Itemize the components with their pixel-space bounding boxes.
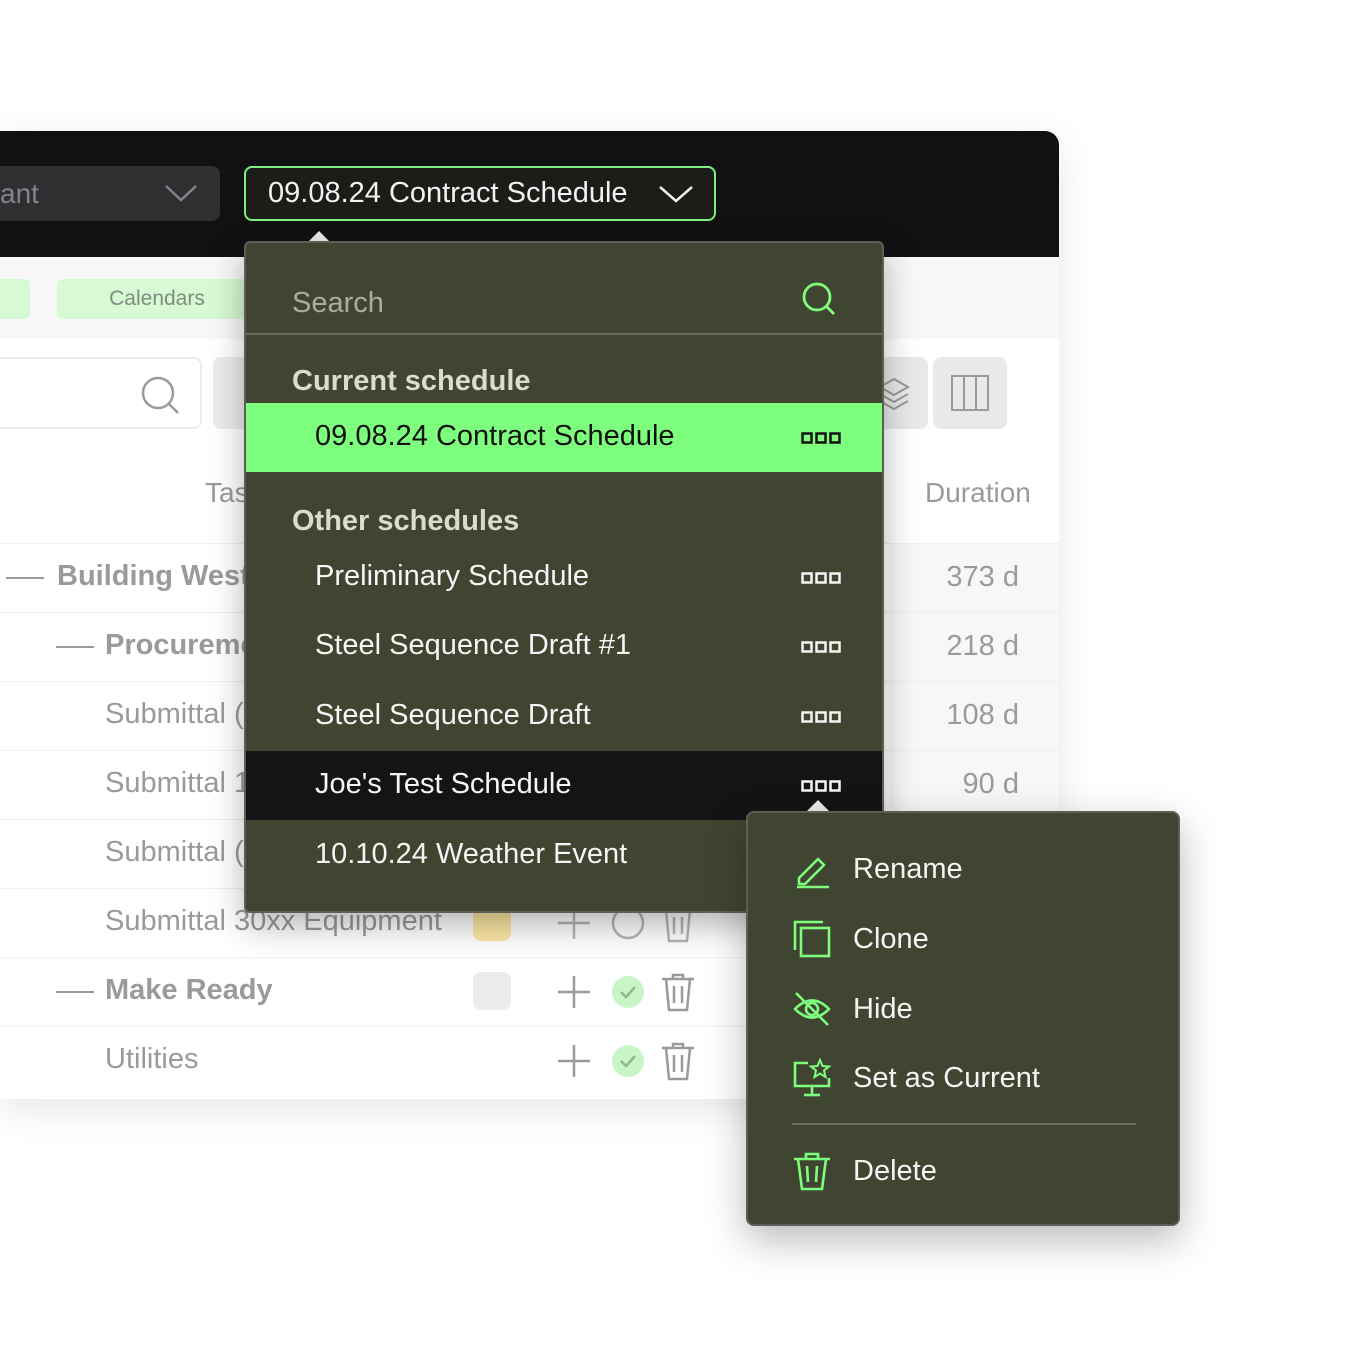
trash-icon: [794, 1152, 830, 1191]
trash-icon[interactable]: [660, 972, 696, 1012]
schedule-item-label: Joe's Test Schedule: [315, 768, 572, 800]
status-complete-icon[interactable]: [610, 974, 646, 1010]
task-name: Make Ready: [105, 974, 273, 1006]
collapse-dash-icon[interactable]: [56, 646, 94, 648]
row-actions: [556, 972, 696, 1012]
set-current-menu-item[interactable]: Set as Current: [748, 1048, 1178, 1108]
task-duration: 218 d: [946, 630, 1019, 662]
schedule-item-label: 10.10.24 Weather Event: [315, 838, 628, 870]
more-options-icon[interactable]: [801, 641, 841, 653]
task-name: Submittal (: [105, 698, 244, 730]
current-schedule-heading: Current schedule: [292, 365, 531, 397]
menu-item-label: Clone: [853, 923, 929, 955]
schedule-context-menu: Rename Clone Hide Set as Current Delete: [746, 811, 1180, 1226]
project-select[interactable]: ant: [0, 166, 220, 221]
schedule-select-value: 09.08.24 Contract Schedule: [268, 177, 628, 209]
schedule-item[interactable]: Preliminary Schedule: [246, 543, 882, 612]
add-icon[interactable]: [556, 974, 592, 1010]
eye-off-icon: [793, 992, 831, 1026]
tab-calendars-label: Calendars: [109, 287, 205, 310]
task-duration: 373 d: [946, 561, 1019, 593]
schedule-item-current[interactable]: 09.08.24 Contract Schedule: [246, 403, 882, 472]
menu-divider: [792, 1123, 1136, 1125]
columns-button[interactable]: [933, 357, 1007, 429]
add-icon[interactable]: [556, 1043, 592, 1079]
other-schedules-heading: Other schedules: [292, 505, 520, 537]
task-name: Building West: [57, 560, 250, 592]
chevron-down-icon: [659, 186, 693, 203]
schedule-search-input[interactable]: Search: [246, 243, 882, 335]
project-select-value: ant: [0, 177, 39, 209]
task-duration: 90 d: [962, 768, 1019, 800]
task-name: Submittal 1: [105, 767, 251, 799]
tab-pill[interactable]: [0, 279, 30, 319]
menu-item-label: Set as Current: [853, 1062, 1040, 1094]
hide-menu-item[interactable]: Hide: [748, 979, 1178, 1039]
menu-item-label: Rename: [853, 853, 963, 885]
schedule-item-hovered[interactable]: Joe's Test Schedule: [246, 751, 882, 820]
rename-menu-item[interactable]: Rename: [748, 839, 1178, 899]
schedule-select[interactable]: 09.08.24 Contract Schedule: [244, 166, 716, 221]
collapse-dash-icon[interactable]: [6, 577, 44, 579]
columns-icon: [951, 375, 989, 411]
menu-item-label: Delete: [853, 1155, 937, 1187]
more-options-icon[interactable]: [801, 432, 841, 444]
chevron-down-icon: [165, 185, 197, 202]
task-name: Submittal (: [105, 836, 244, 868]
schedule-item-label: 09.08.24 Contract Schedule: [315, 420, 675, 452]
trash-icon[interactable]: [660, 1041, 696, 1081]
row-actions: [556, 1041, 696, 1081]
task-name: Procureme: [105, 629, 257, 661]
more-options-icon[interactable]: [801, 711, 841, 723]
column-header-duration[interactable]: Duration: [925, 477, 1031, 509]
clone-menu-item[interactable]: Clone: [748, 909, 1178, 969]
task-duration: 108 d: [946, 699, 1019, 731]
schedule-item-label: Preliminary Schedule: [315, 560, 590, 592]
search-icon[interactable]: [801, 281, 837, 317]
task-name: Utilities: [105, 1043, 199, 1075]
column-header-task[interactable]: Tas: [205, 477, 249, 509]
more-options-icon[interactable]: [801, 572, 841, 584]
calendar-icon[interactable]: [473, 972, 511, 1010]
search-placeholder: Search: [292, 287, 384, 319]
task-search-input[interactable]: [0, 357, 202, 429]
delete-menu-item[interactable]: Delete: [748, 1141, 1178, 1201]
more-options-icon[interactable]: [801, 780, 841, 792]
schedule-item-label: Steel Sequence Draft #1: [315, 629, 631, 661]
schedule-item[interactable]: Steel Sequence Draft #1: [246, 612, 882, 681]
context-menu-caret: [807, 800, 829, 811]
menu-item-label: Hide: [853, 993, 913, 1025]
schedule-item[interactable]: Steel Sequence Draft: [246, 682, 882, 751]
monitor-star-icon: [793, 1058, 832, 1097]
copy-icon: [793, 920, 831, 958]
tab-calendars[interactable]: Calendars: [57, 279, 257, 319]
top-bar: ant 09.08.24 Contract Schedule: [0, 131, 1059, 257]
schedule-item-label: Steel Sequence Draft: [315, 699, 591, 731]
collapse-dash-icon[interactable]: [56, 991, 94, 993]
status-complete-icon[interactable]: [610, 1043, 646, 1079]
search-icon: [141, 376, 179, 414]
pencil-icon: [797, 857, 829, 889]
